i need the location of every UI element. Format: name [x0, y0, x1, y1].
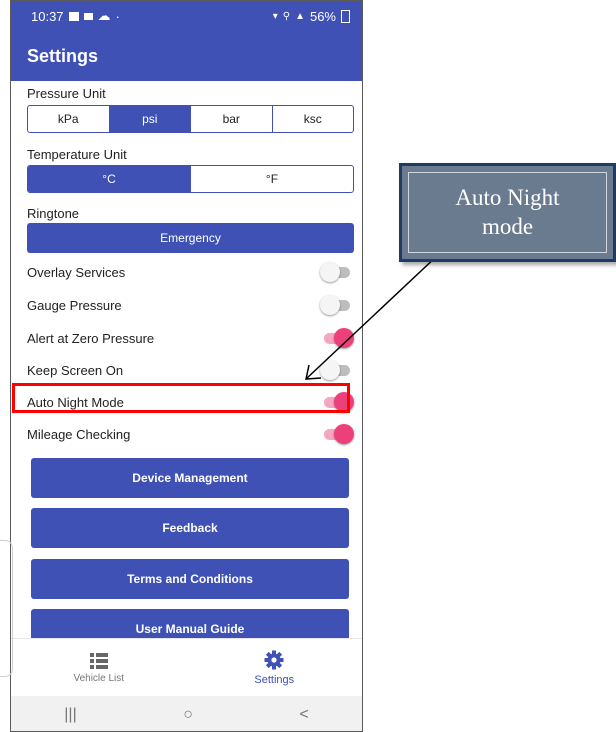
callout-line-1: Auto Night	[455, 184, 560, 210]
auto-night-mode-callout: Auto Night mode	[399, 163, 616, 262]
message-icon	[83, 12, 93, 20]
pressure-unit-label: Pressure Unit	[27, 86, 106, 101]
pressure-unit-selector: kPa psi bar ksc	[27, 105, 354, 133]
toggle-row-gauge-pressure: Gauge Pressure	[27, 293, 354, 317]
home-button[interactable]: ○	[183, 706, 193, 724]
pressure-option-kpa[interactable]: kPa	[28, 106, 110, 132]
ringtone-select-button[interactable]: Emergency	[27, 223, 354, 253]
keep-screen-on-switch[interactable]	[320, 360, 354, 380]
gear-icon	[264, 650, 284, 670]
gauge-pressure-switch[interactable]	[320, 295, 354, 315]
nav-label-settings: Settings	[254, 674, 295, 686]
callout-line-2: mode	[481, 213, 534, 239]
toggle-row-alert-zero-pressure: Alert at Zero Pressure	[27, 326, 354, 350]
ringtone-label: Ringtone	[27, 206, 80, 221]
status-time: 10:37	[31, 8, 64, 24]
status-bar: 10:37 ☁ · ▾ ⚲ ▲ 56%	[11, 1, 362, 31]
toggle-label: Gauge Pressure	[27, 297, 122, 313]
terms-and-conditions-button[interactable]: Terms and Conditions	[31, 559, 349, 599]
app-bar: Settings	[11, 31, 362, 81]
temperature-option-fahrenheit[interactable]: °F	[191, 166, 353, 192]
bottom-navigation: Vehicle List Settings	[11, 638, 362, 697]
toggle-label: Overlay Services	[27, 264, 126, 280]
location-icon: ⚲	[282, 10, 291, 22]
overlay-services-switch[interactable]	[320, 262, 354, 282]
cloud-icon: ☁	[97, 8, 111, 23]
toggle-row-keep-screen-on: Keep Screen On	[27, 358, 354, 382]
nav-settings[interactable]: Settings	[187, 639, 363, 697]
cell-signal-icon: ▲	[295, 10, 305, 22]
pressure-option-psi[interactable]: psi	[109, 106, 191, 132]
battery-icon	[341, 9, 350, 23]
device-management-button[interactable]: Device Management	[31, 458, 349, 498]
feedback-button[interactable]: Feedback	[31, 508, 349, 548]
nav-label-vehicle-list: Vehicle List	[73, 672, 125, 684]
temperature-unit-label: Temperature Unit	[27, 147, 127, 162]
temperature-unit-selector: °C °F	[27, 165, 354, 193]
pressure-option-ksc[interactable]: ksc	[273, 106, 354, 132]
page-title: Settings	[27, 45, 99, 66]
toggle-row-mileage-checking: Mileage Checking	[27, 422, 354, 446]
list-icon	[89, 652, 108, 669]
toggle-row-overlay-services: Overlay Services	[27, 260, 354, 284]
wifi-signal-icon: ▾	[272, 10, 278, 22]
mileage-checking-switch[interactable]	[320, 424, 354, 444]
side-edge-panel-handle	[0, 540, 13, 677]
system-navigation-bar: ||| ○ <	[11, 696, 362, 731]
notification-icon	[68, 11, 79, 21]
toggle-label: Keep Screen On	[27, 362, 124, 378]
recents-button[interactable]: |||	[64, 706, 76, 724]
auto-night-mode-highlight	[12, 383, 350, 413]
dot-icon: ·	[115, 8, 120, 24]
nav-vehicle-list[interactable]: Vehicle List	[11, 639, 187, 697]
phone-screen: 10:37 ☁ · ▾ ⚲ ▲ 56% Settings Pressure Un…	[10, 0, 363, 732]
alert-zero-pressure-switch[interactable]	[320, 328, 354, 348]
back-button[interactable]: <	[299, 706, 308, 724]
toggle-label: Alert at Zero Pressure	[27, 330, 155, 346]
toggle-label: Mileage Checking	[27, 426, 131, 442]
temperature-option-celsius[interactable]: °C	[28, 166, 191, 192]
battery-percent: 56%	[309, 8, 336, 24]
pressure-option-bar[interactable]: bar	[191, 106, 273, 132]
